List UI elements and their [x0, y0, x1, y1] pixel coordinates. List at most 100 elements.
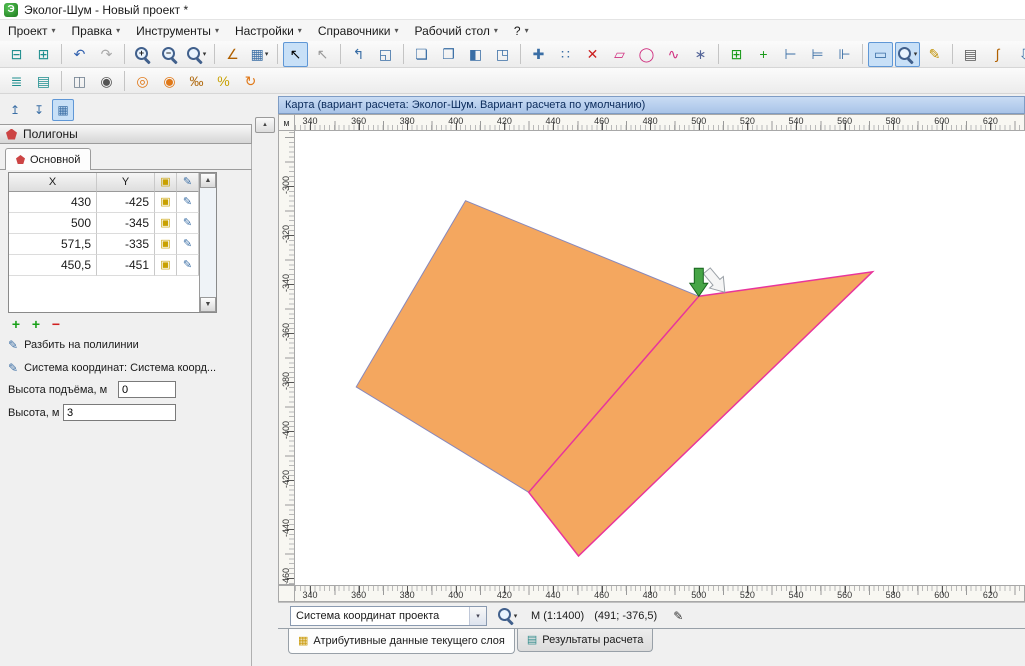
delete-point-button[interactable]: − — [48, 316, 64, 331]
zoom-out-button[interactable]: − — [157, 42, 182, 67]
noise-source-edit-button[interactable]: ◉ — [157, 68, 182, 93]
layout-frame-1-button[interactable]: ❏ — [409, 42, 434, 67]
dock-move-up-button[interactable]: ↥ — [4, 99, 26, 121]
column-header-edit[interactable]: ✎ — [177, 173, 199, 192]
table-row[interactable]: 450,5-451▣✎ — [9, 255, 216, 276]
add-point-button[interactable]: + — [8, 316, 24, 331]
menu-item-spravochniki[interactable]: Справочники▾ — [310, 20, 407, 41]
table-row[interactable]: 430-425▣✎ — [9, 192, 216, 213]
tab-attributes[interactable]: ▦Атрибутивные данные текущего слоя — [288, 629, 515, 654]
export-map-button[interactable]: ⇩ — [1012, 42, 1025, 67]
height-input[interactable] — [63, 404, 176, 421]
draw-polyline-button[interactable]: ∿ — [661, 42, 686, 67]
profile-tool-button[interactable]: ∫ — [985, 42, 1010, 67]
windows-tile-button[interactable]: ⊞ — [31, 42, 56, 67]
scroll-up-button[interactable]: ▲ — [200, 173, 216, 188]
add-calc-point-icon: + — [759, 47, 767, 61]
ruler-levels-button[interactable]: ⊩ — [832, 42, 857, 67]
lift-height-input[interactable] — [118, 381, 176, 398]
grid-settings-button[interactable]: ▦▾ — [247, 42, 272, 67]
menu-item-help[interactable]: ?▾ — [506, 20, 537, 41]
map-window-title[interactable]: Карта (вариант расчета: Эколог-Шум. Вари… — [278, 96, 1025, 114]
noise-source-point-button[interactable]: ◎ — [130, 68, 155, 93]
chevron-down-icon[interactable]: ▾ — [469, 607, 486, 625]
draw-ellipse-button[interactable]: ◯ — [634, 42, 659, 67]
split-to-polylines-action[interactable]: ✎ Разбить на полилинии — [8, 338, 139, 352]
dock-table-view-button[interactable]: ▦ — [52, 99, 74, 121]
insert-point-button[interactable]: + — [28, 316, 44, 331]
menu-item-pravka[interactable]: Правка▾ — [64, 20, 129, 41]
edit-vertices-button[interactable]: ▱ — [607, 42, 632, 67]
map-canvas[interactable] — [295, 131, 1025, 585]
print-map-button[interactable]: ▤ — [958, 42, 983, 67]
menu-label: ? — [514, 24, 521, 38]
noise-source-rotate-button[interactable]: ↻ — [238, 68, 263, 93]
noise-source-linked-button[interactable]: % — [211, 68, 236, 93]
source-catalog-button[interactable]: ≣ — [4, 68, 29, 93]
cell-x[interactable]: 500 — [9, 213, 97, 234]
cell-edit-button[interactable]: ✎ — [177, 192, 199, 213]
cell-x[interactable]: 571,5 — [9, 234, 97, 255]
coord-system-select[interactable]: Система координат проекта ▾ — [290, 606, 487, 626]
cell-edit-button[interactable]: ✎ — [177, 213, 199, 234]
cell-y[interactable]: -335 — [97, 234, 155, 255]
layout-frame-4-button[interactable]: ◳ — [490, 42, 515, 67]
menu-item-rabochiy-stol[interactable]: Рабочий стол▾ — [407, 20, 506, 41]
snap-mode-button[interactable]: ∷ — [553, 42, 578, 67]
cell-x[interactable]: 450,5 — [9, 255, 97, 276]
cell-x[interactable]: 430 — [9, 192, 97, 213]
table-row[interactable]: 571,5-335▣✎ — [9, 234, 216, 255]
table-scrollbar[interactable]: ▲ ▼ — [199, 173, 216, 312]
source-book-button[interactable]: ▤ — [31, 68, 56, 93]
cell-pick-button[interactable]: ▣ — [155, 213, 177, 234]
collapse-panel-button[interactable]: ▲ — [255, 117, 275, 133]
undo-button[interactable]: ↶ — [67, 42, 92, 67]
column-header-y[interactable]: Y — [97, 173, 155, 192]
noise-source-area-button[interactable]: ‰ — [184, 68, 209, 93]
scroll-down-button[interactable]: ▼ — [200, 297, 216, 312]
delete-object-button[interactable]: ✕ — [580, 42, 605, 67]
object-style-button[interactable]: ∗ — [688, 42, 713, 67]
measure-ruler-button[interactable]: ▭ — [868, 42, 893, 67]
preview-results-button[interactable]: ◉ — [94, 68, 119, 93]
zoom-status-button[interactable]: ▾ — [495, 603, 520, 628]
coordinate-system-action[interactable]: ✎ Система координат: Система коорд... — [8, 361, 216, 375]
save-variant-button[interactable]: ◫ — [67, 68, 92, 93]
select-rect-button[interactable]: ◱ — [373, 42, 398, 67]
cell-pick-button[interactable]: ▣ — [155, 255, 177, 276]
table-row[interactable]: 500-345▣✎ — [9, 213, 216, 234]
tab-osnovnoy[interactable]: Основной — [5, 148, 91, 170]
column-header-x[interactable]: X — [9, 173, 97, 192]
ruler-sections-button[interactable]: ⊢ — [778, 42, 803, 67]
layout-frame-3-button[interactable]: ◧ — [463, 42, 488, 67]
ruler-marks-button[interactable]: ⊨ — [805, 42, 830, 67]
cell-pick-button[interactable]: ▣ — [155, 192, 177, 213]
redo-button[interactable]: ↷ — [94, 42, 119, 67]
menu-item-instrumenty[interactable]: Инструменты▾ — [128, 20, 227, 41]
measure-angle-button[interactable]: ∠ — [220, 42, 245, 67]
move-object-button[interactable]: ✚ — [526, 42, 551, 67]
menu-item-proekt[interactable]: Проект▾ — [0, 20, 64, 41]
zoom-in-button[interactable]: + — [130, 42, 155, 67]
layout-frame-2-button[interactable]: ❐ — [436, 42, 461, 67]
cell-y[interactable]: -345 — [97, 213, 155, 234]
annotate-pencil-button[interactable]: ✎ — [922, 42, 947, 67]
cell-y[interactable]: -451 — [97, 255, 155, 276]
select-node-button[interactable]: ↰ — [346, 42, 371, 67]
dock-move-down-button[interactable]: ↧ — [28, 99, 50, 121]
cell-pick-button[interactable]: ▣ — [155, 234, 177, 255]
tab-results[interactable]: ▤Результаты расчета — [517, 629, 654, 652]
cell-y[interactable]: -425 — [97, 192, 155, 213]
coordinate-input-icon[interactable]: ✎ — [673, 609, 683, 623]
select-pointer-button[interactable]: ↖ — [283, 42, 308, 67]
add-calc-table-button[interactable]: ⊞ — [724, 42, 749, 67]
zoom-window-button[interactable]: ▾ — [184, 42, 209, 67]
menu-item-nastroyki[interactable]: Настройки▾ — [227, 20, 310, 41]
cell-edit-button[interactable]: ✎ — [177, 255, 199, 276]
add-calc-point-button[interactable]: + — [751, 42, 776, 67]
cell-edit-button[interactable]: ✎ — [177, 234, 199, 255]
zoom-scale-button[interactable]: ▾ — [895, 42, 920, 67]
windows-cascade-button[interactable]: ⊟ — [4, 42, 29, 67]
pan-tool-button[interactable]: ↖ — [310, 42, 335, 67]
column-header-pick[interactable]: ▣ — [155, 173, 177, 192]
